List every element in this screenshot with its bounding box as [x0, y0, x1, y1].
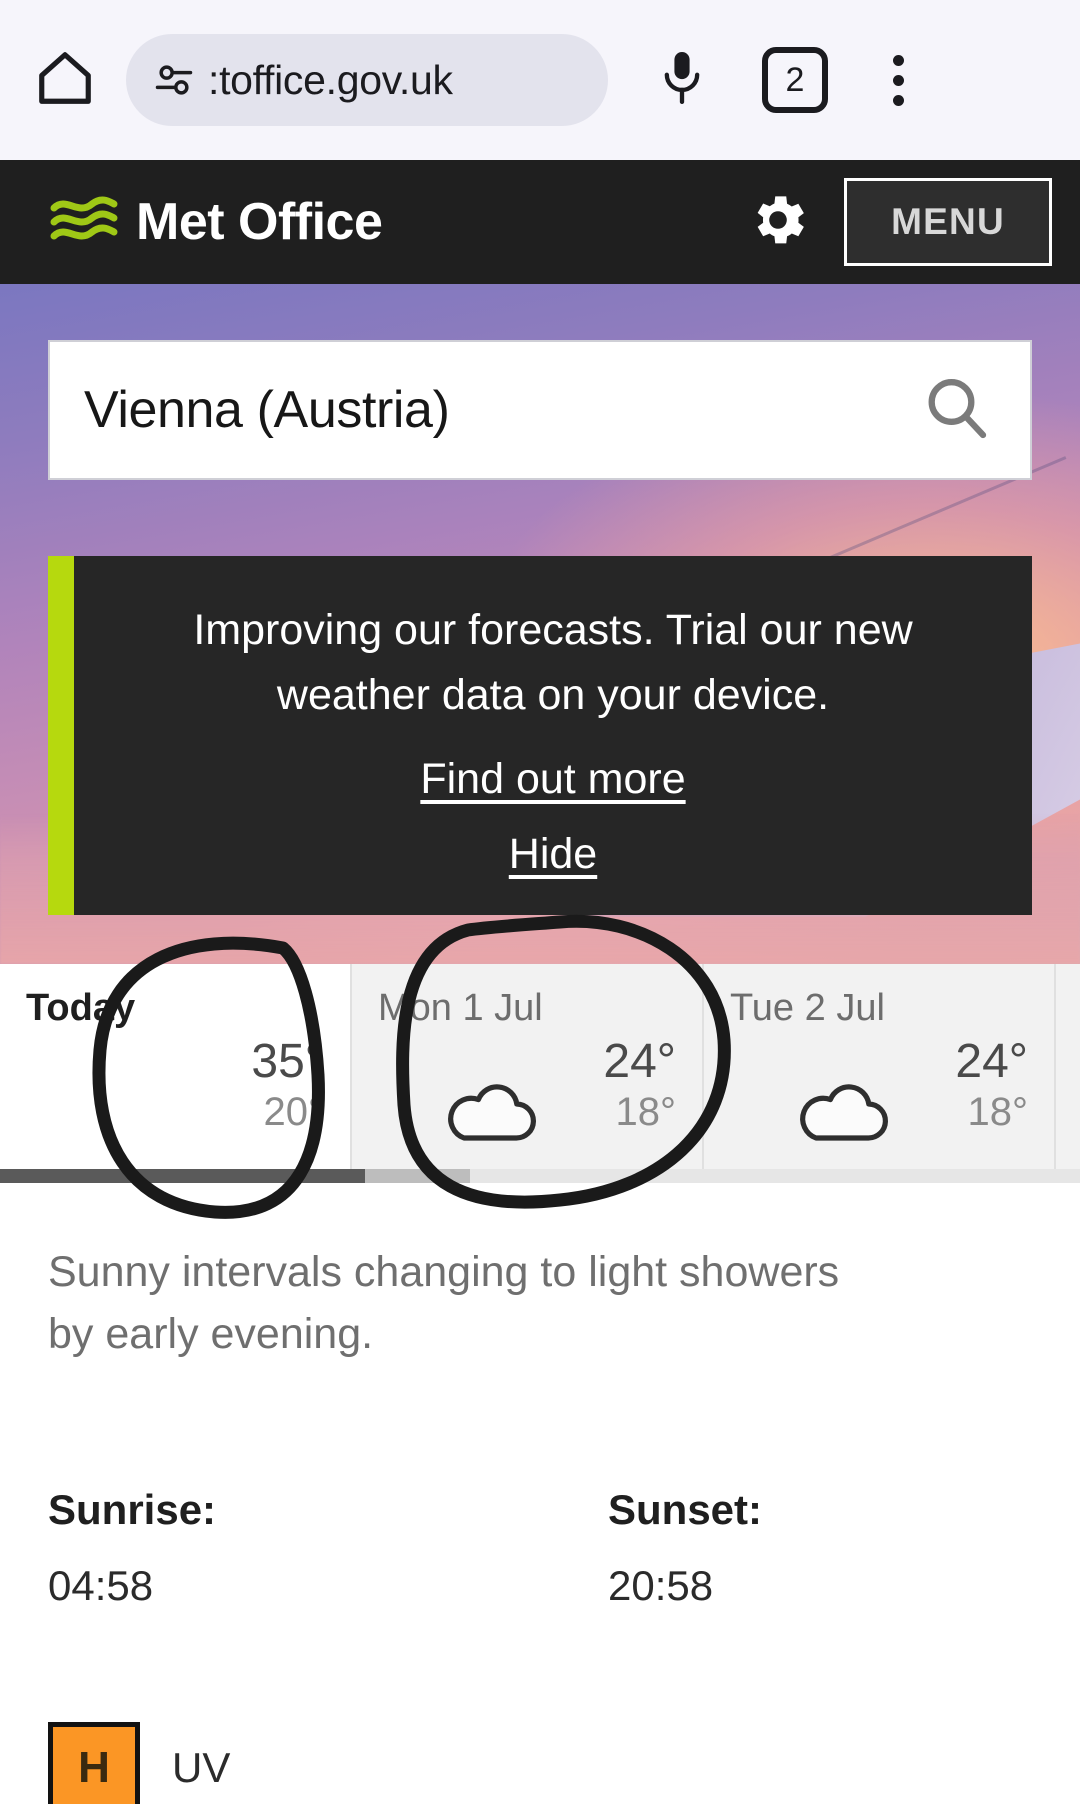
voice-search-button[interactable] [634, 35, 730, 125]
gear-icon [745, 187, 811, 258]
uv-badge: H [48, 1721, 140, 1804]
search-submit-button[interactable] [916, 370, 996, 450]
day-low-temp: 18° [967, 1090, 1029, 1135]
sunrise-value: 04:58 [48, 1561, 154, 1609]
day-temperatures: 35° 20° [251, 1034, 324, 1135]
uv-label: UV [172, 1743, 231, 1791]
day-values: 24° 18° [378, 1034, 676, 1154]
address-bar[interactable]: :toffice.gov.uk [126, 34, 608, 126]
sunset-label: Sunset: [608, 1485, 763, 1533]
promo-line-2: weather data on your device. [276, 671, 830, 720]
brand-logo[interactable]: Met Office [48, 192, 383, 253]
url-text: :toffice.gov.uk [208, 56, 453, 103]
header-actions: MENU [742, 178, 1052, 266]
sunrise-label: Sunrise: [48, 1485, 217, 1533]
settings-button[interactable] [742, 186, 814, 258]
home-icon [34, 47, 96, 114]
day-values: 24° 18° [730, 1034, 1028, 1154]
met-office-waves-logo [48, 192, 120, 253]
site-header: Met Office MENU [0, 160, 1080, 284]
forecast-day-tab-mon-1-jul[interactable]: Mon 1 Jul 24° 18° [352, 964, 704, 1169]
scrollbar-thumb[interactable] [0, 1169, 365, 1183]
site-settings-icon[interactable] [152, 58, 196, 102]
day-low-temp: 18° [615, 1090, 677, 1135]
scrollbar-thumb-secondary[interactable] [365, 1169, 470, 1183]
promo-accent-bar [48, 556, 74, 915]
day-low-temp: 20° [263, 1090, 325, 1135]
forecast-summary: Sunny intervals changing to light shower… [0, 1183, 1080, 1366]
day-high-temp: 35° [251, 1034, 324, 1088]
home-button[interactable] [26, 41, 104, 119]
sunrise-block: Sunrise: 04:58 [48, 1486, 608, 1610]
brand-name: Met Office [136, 193, 383, 251]
promo-banner: Improving our forecasts. Trial our new w… [48, 556, 1032, 915]
browser-toolbar: :toffice.gov.uk 2 [0, 0, 1080, 160]
browser-menu-button[interactable] [858, 35, 938, 125]
kebab-menu-icon [892, 74, 904, 86]
day-temperatures: 24° 18° [603, 1034, 676, 1135]
summary-text: Sunny intervals changing to light shower… [48, 1248, 840, 1359]
tab-count-label: 2 [785, 60, 805, 99]
forecast-strip-scrollbar[interactable] [0, 1169, 1080, 1183]
day-label: Tue 2 Jul [730, 987, 885, 1029]
sun-times: Sunrise: 04:58 Sunset: 20:58 [0, 1366, 1080, 1610]
site-menu-label: MENU [891, 201, 1005, 242]
forecast-day-tab-tue-2-jul[interactable]: Tue 2 Jul 24° 18° [704, 964, 1056, 1169]
day-temperatures: 24° 18° [955, 1034, 1028, 1135]
microphone-icon [656, 47, 708, 114]
cloud-icon [788, 1070, 896, 1149]
find-out-more-link[interactable]: Find out more [114, 755, 992, 804]
hide-banner-link[interactable]: Hide [114, 830, 992, 879]
forecast-day-strip[interactable]: Today 35° 20° Mon 1 Jul 24° 18° Tue 2 Ju… [0, 964, 1080, 1169]
tab-switcher-button[interactable]: 2 [762, 47, 828, 113]
uv-index-row: H UV [0, 1610, 1080, 1804]
sunset-value: 20:58 [608, 1561, 714, 1609]
hero-section: Vienna (Austria) Improving our forecasts… [0, 284, 1080, 964]
kebab-menu-icon [892, 94, 904, 106]
kebab-menu-icon [892, 54, 904, 66]
day-label: Today [26, 987, 136, 1029]
day-high-temp: 24° [955, 1034, 1028, 1088]
promo-line-1: Improving our forecasts. Trial our new [193, 606, 913, 654]
day-label: Mon 1 Jul [378, 987, 543, 1029]
cloud-icon [436, 1070, 544, 1149]
day-values: 35° 20° [26, 1034, 324, 1154]
location-search: Vienna (Austria) [48, 340, 1032, 480]
forecast-day-tab-today[interactable]: Today 35° 20° [0, 964, 352, 1169]
search-input[interactable]: Vienna (Austria) [84, 380, 916, 440]
site-menu-button[interactable]: MENU [844, 178, 1052, 266]
sunset-block: Sunset: 20:58 [608, 1486, 1080, 1610]
search-icon [920, 372, 992, 449]
day-high-temp: 24° [603, 1034, 676, 1088]
uv-badge-letter: H [78, 1742, 110, 1792]
page-root: :toffice.gov.uk 2 Met Office MENU Vienna… [0, 0, 1080, 1804]
search-box[interactable]: Vienna (Austria) [48, 340, 1032, 480]
promo-content: Improving our forecasts. Trial our new w… [74, 556, 1032, 915]
